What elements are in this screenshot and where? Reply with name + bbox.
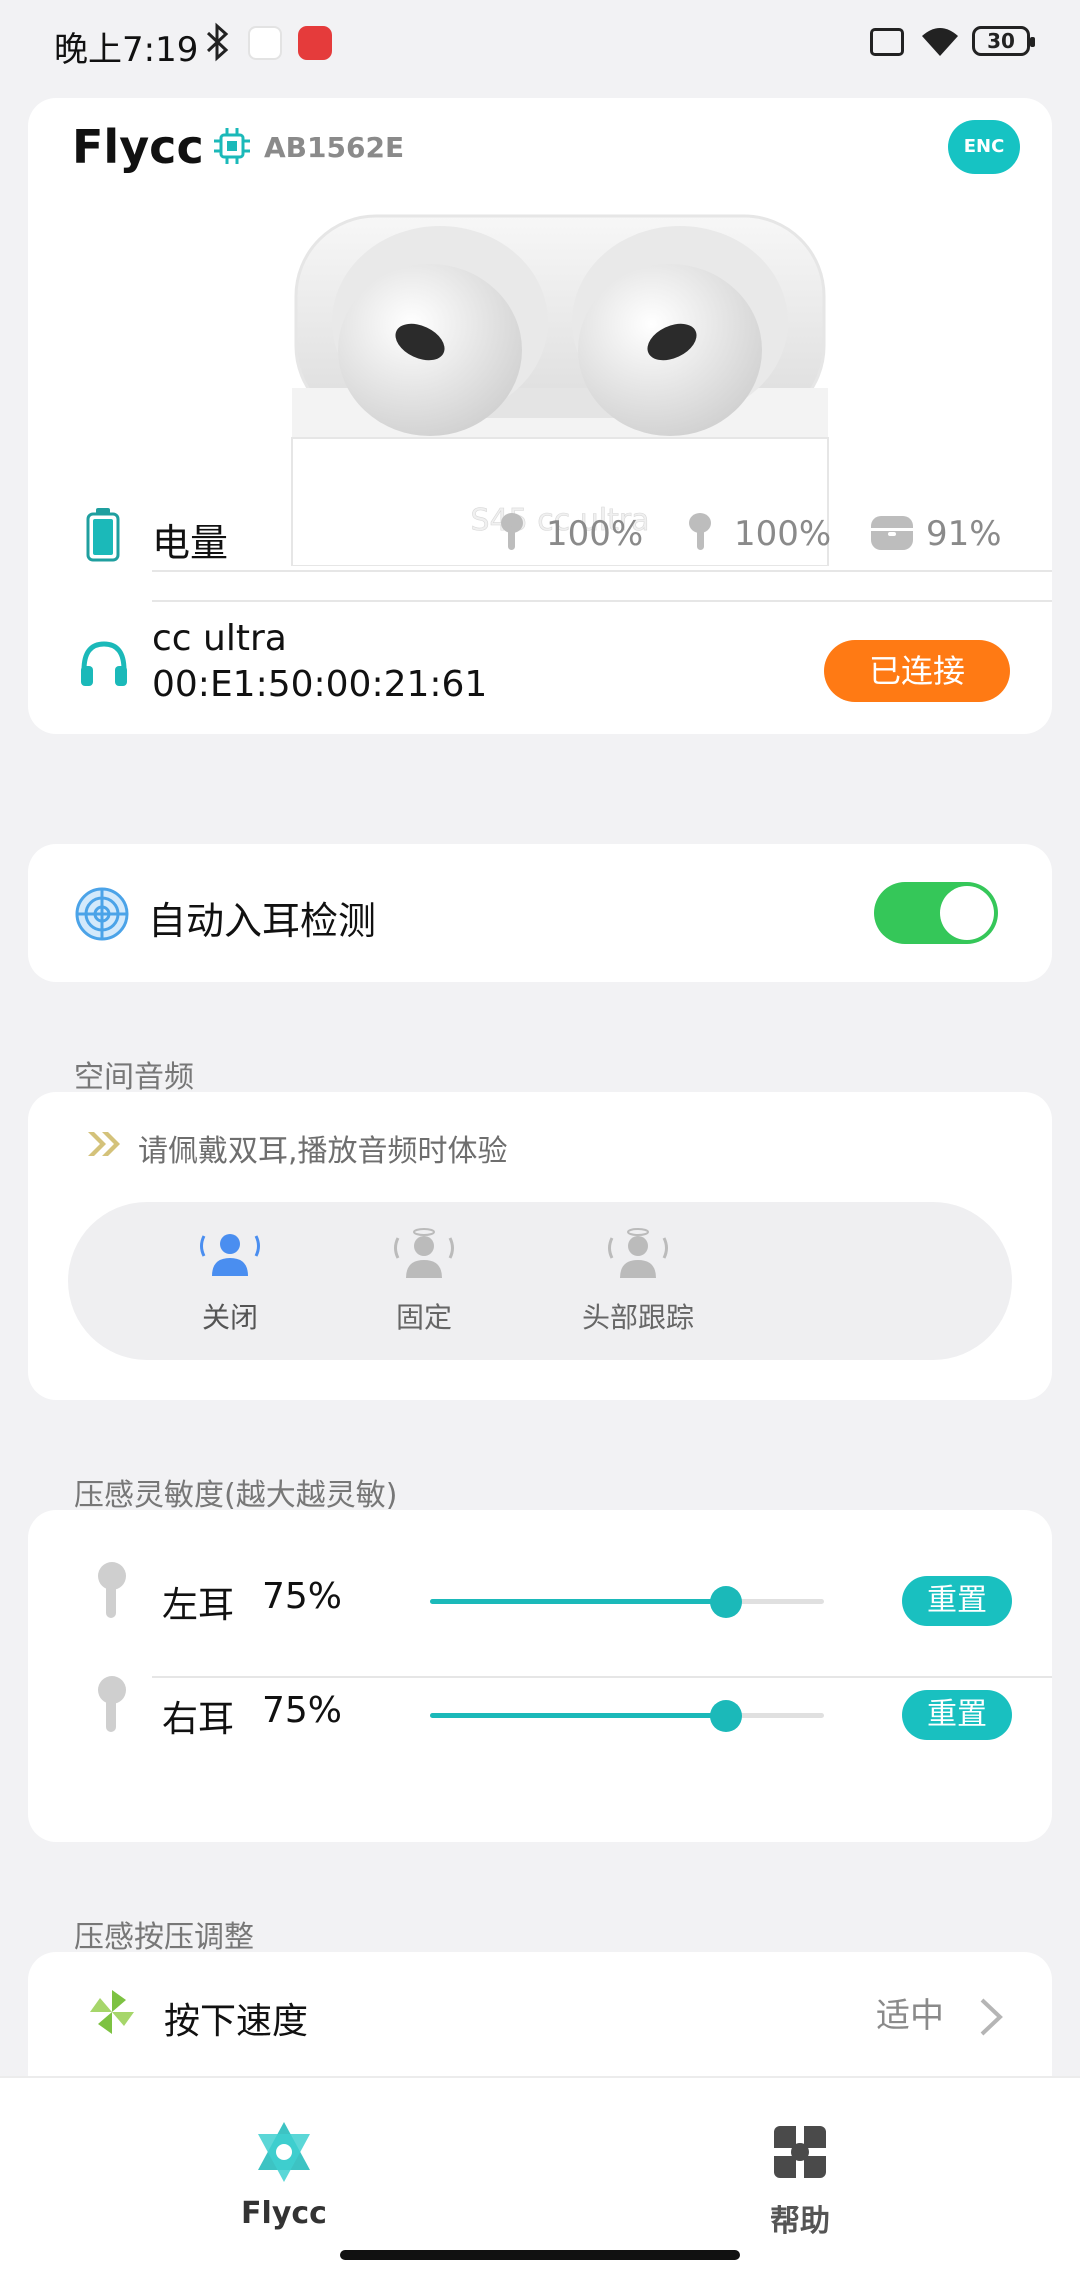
- divider: [152, 1676, 1052, 1678]
- pinwheel-icon: [90, 1990, 134, 2034]
- double-chevron-icon: [88, 1132, 120, 1156]
- connected-button[interactable]: 已连接: [824, 640, 1010, 702]
- flycc-logo-icon: [258, 2122, 310, 2182]
- spatial-audio-card: 请佩戴双耳,播放音频时体验 关闭 固定 头部跟踪: [28, 1092, 1052, 1400]
- mac-address: 00:E1:50:00:21:61: [152, 664, 488, 705]
- slider-fill: [430, 1599, 726, 1604]
- right-ear-slider[interactable]: [430, 1700, 824, 1732]
- chip-icon: [214, 128, 250, 164]
- chevron-right-icon: [980, 1998, 1003, 2036]
- battery-label: 电量: [152, 521, 229, 565]
- netease-music-icon: [298, 26, 332, 60]
- divider: [152, 570, 1052, 572]
- chip-model: AB1562E: [264, 131, 405, 164]
- press-speed-row[interactable]: 按下速度 适中: [28, 1952, 1052, 2076]
- ear-detect-icon: [75, 887, 129, 941]
- slider-thumb[interactable]: [709, 1586, 742, 1618]
- pressure-card: 左耳 75% 重置 右耳 75% 重置: [28, 1510, 1052, 1842]
- ear-detect-label: 自动入耳检测: [148, 899, 377, 943]
- enc-badge[interactable]: ENC: [948, 120, 1020, 174]
- nav-label: 帮助: [770, 2204, 830, 2239]
- spatial-option-fixed[interactable]: 固定: [324, 1202, 524, 1360]
- nav-item-help[interactable]: 帮助: [700, 2098, 900, 2239]
- ear-detect-card: 自动入耳检测: [28, 844, 1052, 982]
- left-ear-pct: 75%: [262, 1576, 343, 1617]
- spatial-option-head-tracking[interactable]: 头部跟踪: [538, 1202, 738, 1360]
- battery-indicator: 30: [972, 26, 1035, 56]
- device-card: Flycc AB1562E ENC S45 cc ultra 电量 100% 1…: [28, 98, 1052, 734]
- connection-name: cc ultra: [152, 618, 287, 659]
- right-earbud-icon: [689, 513, 711, 550]
- spatial-option-label: 头部跟踪: [581, 1301, 694, 1334]
- right-reset-button[interactable]: 重置: [902, 1690, 1012, 1740]
- right-earbud-icon: [98, 1676, 126, 1732]
- right-battery-pct: 100%: [734, 514, 832, 554]
- spatial-hint: 请佩戴双耳,播放音频时体验: [138, 1134, 508, 1169]
- slider-fill: [430, 1713, 726, 1718]
- left-ear-label: 左耳: [162, 1585, 235, 1626]
- divider: [152, 600, 1052, 602]
- slider-thumb[interactable]: [709, 1700, 742, 1732]
- right-ear-label: 右耳: [162, 1699, 235, 1740]
- sim-disabled-icon: [870, 28, 904, 56]
- app-notification-icon: [248, 26, 282, 60]
- spatial-option-off[interactable]: 关闭: [130, 1202, 330, 1360]
- left-battery-pct: 100%: [546, 514, 644, 554]
- spatial-mode-selector: 关闭 固定 头部跟踪: [68, 1202, 1012, 1360]
- home-indicator[interactable]: [340, 2250, 740, 2260]
- spatial-option-label: 关闭: [201, 1301, 258, 1334]
- case-icon: [871, 516, 913, 550]
- pressure-title: 压感灵敏度(越大越灵敏): [74, 1478, 398, 1513]
- left-ear-slider[interactable]: [430, 1586, 824, 1618]
- device-name: Flycc: [72, 120, 204, 174]
- person-head-tracking-icon: [608, 1228, 668, 1278]
- nav-label: Flycc: [241, 2196, 327, 2231]
- left-earbud-icon: [501, 513, 523, 550]
- left-reset-button[interactable]: 重置: [902, 1576, 1012, 1626]
- press-speed-value: 适中: [876, 1996, 944, 2036]
- left-earbud-icon: [98, 1562, 126, 1618]
- case-battery-pct: 91%: [926, 514, 1002, 554]
- person-fixed-icon: [394, 1228, 454, 1278]
- press-adjust-title: 压感按压调整: [74, 1920, 254, 1955]
- help-puzzle-icon: [774, 2126, 826, 2178]
- status-time: 晚上7:19: [54, 30, 199, 70]
- press-speed-label: 按下速度: [164, 2001, 309, 2042]
- wifi-icon: [922, 28, 958, 56]
- ear-detect-toggle[interactable]: [874, 882, 998, 944]
- bluetooth-icon: [206, 22, 229, 62]
- battery-level-icon: [86, 508, 120, 562]
- spatial-option-label: 固定: [395, 1301, 452, 1334]
- headphones-icon: [81, 641, 127, 686]
- nav-item-flycc[interactable]: Flycc: [184, 2098, 384, 2238]
- person-waves-icon: [200, 1234, 260, 1276]
- toggle-knob: [940, 886, 994, 940]
- right-ear-pct: 75%: [262, 1690, 343, 1731]
- status-bar: 晚上7:19 30: [0, 0, 1080, 90]
- spatial-audio-title: 空间音频: [74, 1060, 194, 1095]
- earbuds-case-image: S45 cc ultra: [291, 214, 829, 566]
